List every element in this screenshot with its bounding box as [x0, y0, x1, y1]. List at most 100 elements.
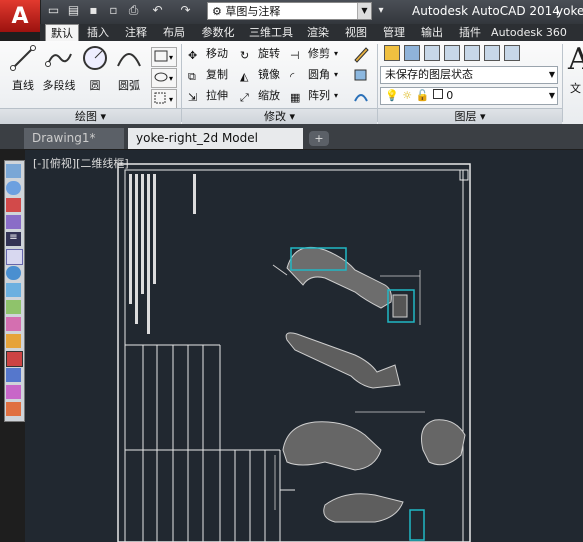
- layers-panel-title[interactable]: 图层 ▾: [378, 108, 562, 125]
- save-as-icon[interactable]: ▫: [106, 3, 121, 18]
- new-file-icon[interactable]: ▭: [46, 3, 61, 18]
- copy-button[interactable]: ⧉ 复制: [188, 66, 228, 84]
- layer-isolate-icon[interactable]: [444, 45, 460, 61]
- application-menu-button[interactable]: A: [0, 0, 41, 32]
- layer-freeze-icon[interactable]: [464, 45, 480, 61]
- tool-dimension-icon[interactable]: [6, 317, 21, 331]
- color-swatch-icon: [432, 89, 443, 99]
- redo-icon[interactable]: ↷: [178, 3, 193, 18]
- boundary-icon: ▾: [154, 92, 173, 104]
- circle-label: 圆: [89, 79, 101, 92]
- workspace-label: 草图与注释: [225, 5, 281, 18]
- scale-label: 缩放: [258, 89, 280, 102]
- scale-button[interactable]: ⤢ 缩放: [240, 87, 280, 105]
- chevron-down-icon: ▾: [334, 91, 339, 100]
- tool-block-icon[interactable]: [6, 198, 21, 212]
- tab-annotate[interactable]: 注释: [120, 24, 152, 41]
- circle-button[interactable]: 圆: [77, 44, 113, 93]
- chevron-down-icon: ▼: [548, 91, 555, 100]
- explode-icon[interactable]: [352, 66, 372, 84]
- trim-button[interactable]: ⊣ 修剪 ▾: [290, 45, 338, 63]
- tool-grid-icon[interactable]: [6, 351, 23, 367]
- line-button[interactable]: 直线: [5, 44, 41, 93]
- layer-off-icon[interactable]: [424, 45, 440, 61]
- layer-properties-icon[interactable]: [384, 45, 400, 61]
- move-label: 移动: [206, 47, 228, 60]
- tab-view[interactable]: 视图: [340, 24, 372, 41]
- tool-search-icon[interactable]: [6, 266, 21, 280]
- tab-manage[interactable]: 管理: [378, 24, 410, 41]
- chevron-down-icon: ▼: [548, 70, 555, 79]
- arc-button[interactable]: 圆弧: [111, 44, 147, 93]
- tab-3d-tools[interactable]: 三维工具: [246, 24, 296, 41]
- tool-attribute-icon[interactable]: [6, 215, 21, 229]
- svg-text:▾: ▾: [169, 53, 173, 62]
- tool-match-icon[interactable]: [6, 368, 21, 382]
- offset-icon[interactable]: [352, 87, 372, 105]
- tool-3d-icon[interactable]: [6, 283, 21, 297]
- stretch-button[interactable]: ⇲ 拉伸: [188, 87, 228, 105]
- hatch-button[interactable]: ▾: [151, 68, 177, 88]
- boundary-button[interactable]: ▾: [151, 89, 177, 109]
- array-button[interactable]: ▦ 阵列 ▾: [290, 87, 338, 105]
- tab-default[interactable]: 默认: [45, 24, 79, 42]
- layer-lock-icon[interactable]: [484, 45, 500, 61]
- rotate-button[interactable]: ↻ 旋转: [240, 45, 280, 63]
- tab-layout[interactable]: 布局: [158, 24, 190, 41]
- rotate-icon: ↻: [240, 49, 250, 62]
- print-icon[interactable]: ⎙: [126, 3, 141, 18]
- tool-zoom-icon[interactable]: [6, 181, 21, 195]
- plus-icon: +: [314, 132, 324, 145]
- workspace-selector[interactable]: ⚙ 草图与注释 ▼: [207, 2, 372, 20]
- tool-list-icon[interactable]: ≡: [6, 232, 21, 246]
- lightbulb-icon: 💡: [385, 89, 399, 102]
- modify-panel-title[interactable]: 修改 ▾: [182, 108, 377, 125]
- tab-output[interactable]: 输出: [416, 24, 448, 41]
- trim-label: 修剪: [308, 47, 330, 60]
- chevron-down-icon: ▼: [357, 3, 371, 19]
- mirror-button[interactable]: ◭ 镜像: [240, 66, 280, 84]
- undo-icon[interactable]: ↶: [150, 3, 165, 18]
- tool-purge-icon[interactable]: [6, 385, 21, 399]
- save-icon[interactable]: ▪: [86, 3, 101, 18]
- array-label: 阵列: [308, 89, 330, 102]
- move-icon: ✥: [188, 49, 198, 62]
- rectangle-button[interactable]: ▾: [151, 47, 177, 67]
- rectangle-icon: ▾: [154, 50, 173, 62]
- tool-table-icon[interactable]: [6, 164, 21, 178]
- polyline-button[interactable]: 多段线: [39, 44, 79, 93]
- sun-icon: ☼: [402, 89, 413, 102]
- fillet-label: 圆角: [308, 68, 330, 81]
- file-tab-yoke[interactable]: yoke-right_2d Model (1).dxf* ×: [128, 128, 303, 166]
- tab-render[interactable]: 渲染: [302, 24, 334, 41]
- fillet-button[interactable]: ◜ 圆角 ▾: [290, 66, 338, 84]
- draw-panel-title[interactable]: 绘图 ▾: [0, 108, 181, 125]
- new-tab-button[interactable]: +: [309, 131, 329, 146]
- layer-state-dropdown[interactable]: 未保存的图层状态 ▼: [380, 66, 558, 84]
- copy-icon: ⧉: [188, 70, 196, 83]
- tool-text-icon[interactable]: [6, 249, 23, 265]
- sheet-border: [117, 163, 471, 542]
- tab-insert[interactable]: 插入: [82, 24, 114, 41]
- tab-plugins[interactable]: 插件: [454, 24, 486, 41]
- qat-customize-icon[interactable]: ▾: [374, 3, 388, 19]
- fillet-icon: ◜: [290, 70, 295, 83]
- tab-parametric[interactable]: 参数化: [196, 24, 240, 41]
- tool-layer-icon[interactable]: [6, 334, 21, 348]
- text-tool-icon[interactable]: A: [568, 42, 583, 77]
- file-tab-drawing1[interactable]: Drawing1*: [24, 128, 124, 149]
- tool-fillet-icon[interactable]: [6, 402, 21, 416]
- chevron-down-icon: ▾: [334, 70, 339, 79]
- mirror-label: 镜像: [258, 68, 280, 81]
- scale-icon: ⤢: [240, 91, 249, 104]
- tool-measure-icon[interactable]: [6, 300, 21, 314]
- tab-autodesk-360[interactable]: Autodesk 360: [491, 24, 567, 41]
- layer-match-icon[interactable]: [504, 45, 520, 61]
- open-folder-icon[interactable]: ▤: [66, 3, 81, 18]
- erase-icon[interactable]: [352, 45, 372, 63]
- layer-state-icon[interactable]: [404, 45, 420, 61]
- layer-dropdown[interactable]: 💡 ☼ 🔓 0 ▼: [380, 87, 558, 105]
- arc-icon: [117, 53, 141, 67]
- svg-text:▾: ▾: [169, 74, 173, 83]
- move-button[interactable]: ✥ 移动: [188, 45, 228, 63]
